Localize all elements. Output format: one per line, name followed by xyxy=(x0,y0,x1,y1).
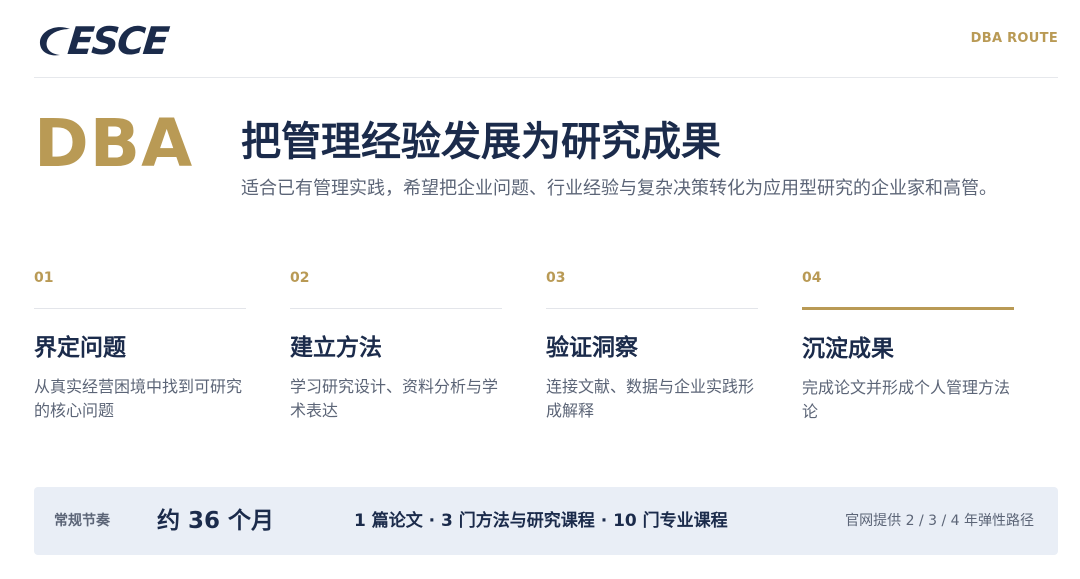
hero-subtitle: 适合已有管理实践，希望把企业问题、行业经验与复杂决策转化为应用型研究的企业家和高… xyxy=(241,178,997,199)
esce-logo[interactable]: ESCE xyxy=(36,19,170,63)
step-number: 02 xyxy=(290,270,310,286)
step-title: 验证洞察 xyxy=(546,335,638,361)
step-divider-active xyxy=(802,307,1014,310)
step-number: 04 xyxy=(802,270,822,286)
step-number: 03 xyxy=(546,270,566,286)
dba-badge: DBA xyxy=(34,105,194,182)
step-number: 01 xyxy=(34,270,54,286)
steps-row: 01 界定问题 从真实经营困境中找到可研究的核心问题 02 建立方法 学习研究设… xyxy=(34,264,1034,434)
step-2: 02 建立方法 学习研究设计、资料分析与学术表达 xyxy=(290,264,502,423)
logo-text: ESCE xyxy=(65,19,170,63)
header: ESCE DBA ROUTE xyxy=(34,18,1058,78)
summary-bar: 常规节奏 约 36 个月 1 篇论文 · 3 门方法与研究课程 · 10 门专业… xyxy=(34,487,1058,555)
step-description: 从真实经营困境中找到可研究的核心问题 xyxy=(34,377,243,420)
summary-note: 官网提供 2 / 3 / 4 年弹性路径 xyxy=(845,513,1034,529)
hero-title: 把管理经验发展为研究成果 xyxy=(241,119,721,165)
step-1: 01 界定问题 从真实经营困境中找到可研究的核心问题 xyxy=(34,264,246,423)
route-label: DBA ROUTE xyxy=(970,31,1058,46)
step-divider xyxy=(34,308,246,309)
summary-label: 常规节奏 xyxy=(54,513,110,529)
step-divider xyxy=(546,308,758,309)
summary-courses: 1 篇论文 · 3 门方法与研究课程 · 10 门专业课程 xyxy=(354,511,728,531)
step-description: 完成论文并形成个人管理方法论 xyxy=(802,378,1011,421)
step-title: 建立方法 xyxy=(290,335,382,361)
step-3: 03 验证洞察 连接文献、数据与企业实践形成解释 xyxy=(546,264,758,423)
step-divider xyxy=(290,308,502,309)
summary-duration: 约 36 个月 xyxy=(157,508,275,534)
step-title: 沉淀成果 xyxy=(802,336,894,362)
step-description: 学习研究设计、资料分析与学术表达 xyxy=(290,377,499,420)
step-description: 连接文献、数据与企业实践形成解释 xyxy=(546,377,755,420)
step-title: 界定问题 xyxy=(34,335,126,361)
step-4: 04 沉淀成果 完成论文并形成个人管理方法论 xyxy=(802,264,1014,424)
